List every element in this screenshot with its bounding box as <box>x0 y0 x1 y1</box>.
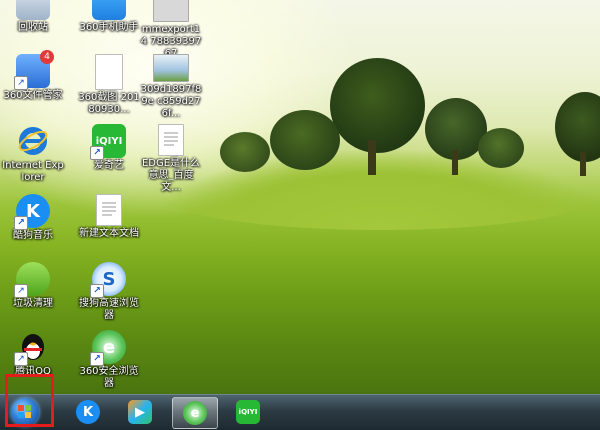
ie-logo <box>18 127 48 155</box>
desktop-icon-360-file-manager[interactable]: 4 ↗ 360文件管家 <box>2 50 64 102</box>
icon-label: 酷狗音乐 <box>13 230 53 241</box>
shortcut-arrow-icon: ↗ <box>90 284 104 298</box>
shortcut-arrow-icon: ↗ <box>90 352 104 366</box>
icon-label: 回收站 <box>18 22 48 33</box>
taskbar-360-browser[interactable]: e <box>172 397 218 429</box>
360-phone-assistant-icon <box>92 0 126 20</box>
trash-cleaner-icon: ↗ <box>14 262 50 298</box>
tree-trunk <box>580 152 586 176</box>
shortcut-arrow-icon: ↗ <box>14 352 28 366</box>
taskbar-kugou[interactable]: K <box>66 397 110 427</box>
desktop-icon-sogou-browser[interactable]: S ↗ 搜狗高速浏览器 <box>78 262 140 322</box>
iqiyi-taskbar-icon: iQIYI <box>236 400 260 424</box>
image-thumbnail-icon <box>153 54 189 82</box>
shortcut-arrow-icon: ↗ <box>14 284 28 298</box>
qq-icon: ↗ <box>14 330 50 366</box>
icon-label: Internet Explorer <box>2 160 64 183</box>
tree-right-2 <box>478 128 524 168</box>
notification-badge: 4 <box>40 50 54 64</box>
start-button-highlight <box>5 374 54 427</box>
desktop-icon-recycle-bin[interactable]: 回收站 <box>2 0 64 34</box>
shortcut-arrow-icon: ↗ <box>90 146 104 160</box>
text-document-icon <box>96 194 122 226</box>
shortcut-arrow-icon: ↗ <box>14 76 28 90</box>
kugou-music-icon: K ↗ <box>14 194 50 230</box>
screenshot-file-icon <box>95 54 123 90</box>
desktop-icon-image-thumbnail[interactable]: 309d1897f89e c859d276f... <box>140 54 202 120</box>
iqiyi-icon: iQIYI ↗ <box>90 124 126 160</box>
internet-explorer-icon <box>16 124 50 158</box>
icon-label: 360截图 20180930... <box>78 92 140 115</box>
icon-label: 搜狗高速浏览器 <box>79 298 139 321</box>
text-lines <box>164 132 178 146</box>
desktop-icon-iqiyi[interactable]: iQIYI ↗ 爱奇艺 <box>78 124 140 172</box>
desktop-icon-trash-cleaner[interactable]: ↗ 垃圾清理 <box>2 262 64 310</box>
desktop-icon-kugou-music[interactable]: K ↗ 酷狗音乐 <box>2 194 64 242</box>
icon-label: 垃圾清理 <box>13 298 53 309</box>
icon-label: 360安全浏览器 <box>79 366 139 389</box>
recycle-bin-icon <box>16 0 50 20</box>
desktop-icon-qq[interactable]: ↗ 腾讯QQ <box>2 330 64 378</box>
desktop-icon-text-document[interactable]: 新建文本文档 <box>78 194 140 240</box>
tree-medium <box>270 110 340 170</box>
icon-label: 新建文本文档 <box>79 228 139 239</box>
desktop-icon-360-phone-assistant[interactable]: 360手机助手 <box>78 0 140 34</box>
desktop-icon-screenshot-file[interactable]: 360截图 20180930... <box>78 54 140 116</box>
desktop-icon-360-browser[interactable]: e ↗ 360安全浏览器 <box>78 330 140 390</box>
tree-trunk <box>368 140 376 175</box>
tree-small-left <box>220 132 270 172</box>
desktop-icon-internet-explorer[interactable]: Internet Explorer <box>2 124 64 184</box>
taskbar-iqiyi[interactable]: iQIYI <box>226 397 270 427</box>
image-file-icon <box>153 0 189 22</box>
icon-label: EDGE是什么意思_百度文... <box>141 158 201 193</box>
tree-far-right <box>555 92 600 162</box>
desktop-icon-document-file[interactable]: EDGE是什么意思_百度文... <box>140 124 202 194</box>
text-lines <box>102 202 116 216</box>
360-file-manager-icon: 4 ↗ <box>14 50 54 90</box>
shortcut-arrow-icon: ↗ <box>14 216 28 230</box>
sogou-browser-icon: S ↗ <box>90 262 126 298</box>
taskbar-tencent-video[interactable]: ▶ <box>118 397 162 427</box>
tencent-video-taskbar-icon: ▶ <box>128 400 152 424</box>
360-browser-icon: e ↗ <box>90 330 126 366</box>
360-browser-taskbar-icon: e <box>183 401 207 425</box>
icon-label: 360手机助手 <box>79 22 139 33</box>
icon-label: 309d1897f89e c859d276f... <box>140 84 202 119</box>
desktop-icon-image-file[interactable]: mmexport14 7883939767 <box>140 0 202 60</box>
tree-large <box>330 58 425 153</box>
tree-trunk <box>452 150 458 175</box>
icon-label: 爱奇艺 <box>94 160 124 171</box>
icon-label: 360文件管家 <box>3 90 63 101</box>
kugou-taskbar-icon: K <box>76 400 100 424</box>
document-file-icon <box>158 124 184 156</box>
